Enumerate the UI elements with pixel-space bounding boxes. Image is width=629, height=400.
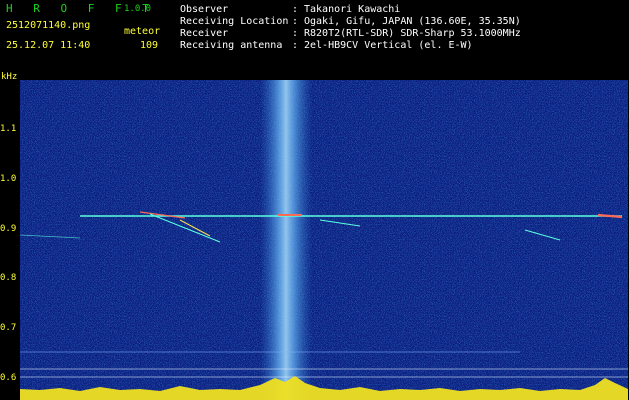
file-datetime: 25.12.07 11:40 xyxy=(6,40,91,51)
y-tick-label: 1.0 xyxy=(0,174,17,184)
y-tick-label: 0.7 xyxy=(0,323,17,333)
spectrogram xyxy=(20,80,628,400)
app-version: 1.0.0 xyxy=(124,4,152,14)
info-sep: : xyxy=(292,28,299,39)
info-value-antenna: 2el-HB9CV Vertical (el. E-W) xyxy=(304,40,473,51)
info-key-location: Receiving Location xyxy=(180,16,289,27)
y-tick-label: 0.6 xyxy=(0,373,17,383)
y-tick-label: 0.8 xyxy=(0,273,17,283)
header-panel: H R O F F T 1.0.0 2512071140.png 25.12.0… xyxy=(0,0,629,72)
info-value-location: Ogaki, Gifu, JAPAN (136.60E, 35.35N) xyxy=(304,16,521,27)
info-value-observer: Takanori Kawachi xyxy=(304,4,401,15)
y-tick-label: 1.1 xyxy=(0,124,17,134)
info-sep: : xyxy=(292,4,299,15)
y-axis-unit: kHz xyxy=(1,72,18,82)
info-key-antenna: Receiving antenna xyxy=(180,40,283,51)
file-name: 2512071140.png xyxy=(6,20,91,31)
counter-value: 109 xyxy=(140,40,159,51)
info-sep: : xyxy=(292,40,299,51)
y-tick-label: 0.9 xyxy=(0,224,17,234)
info-value-receiver: R820T2(RTL-SDR) SDR-Sharp 53.1000MHz xyxy=(304,28,521,39)
info-key-observer: Observer xyxy=(180,4,229,15)
info-sep: : xyxy=(292,16,299,27)
counter-label: meteor xyxy=(124,26,161,37)
spectrogram-image xyxy=(20,80,628,400)
info-key-receiver: Receiver xyxy=(180,28,229,39)
